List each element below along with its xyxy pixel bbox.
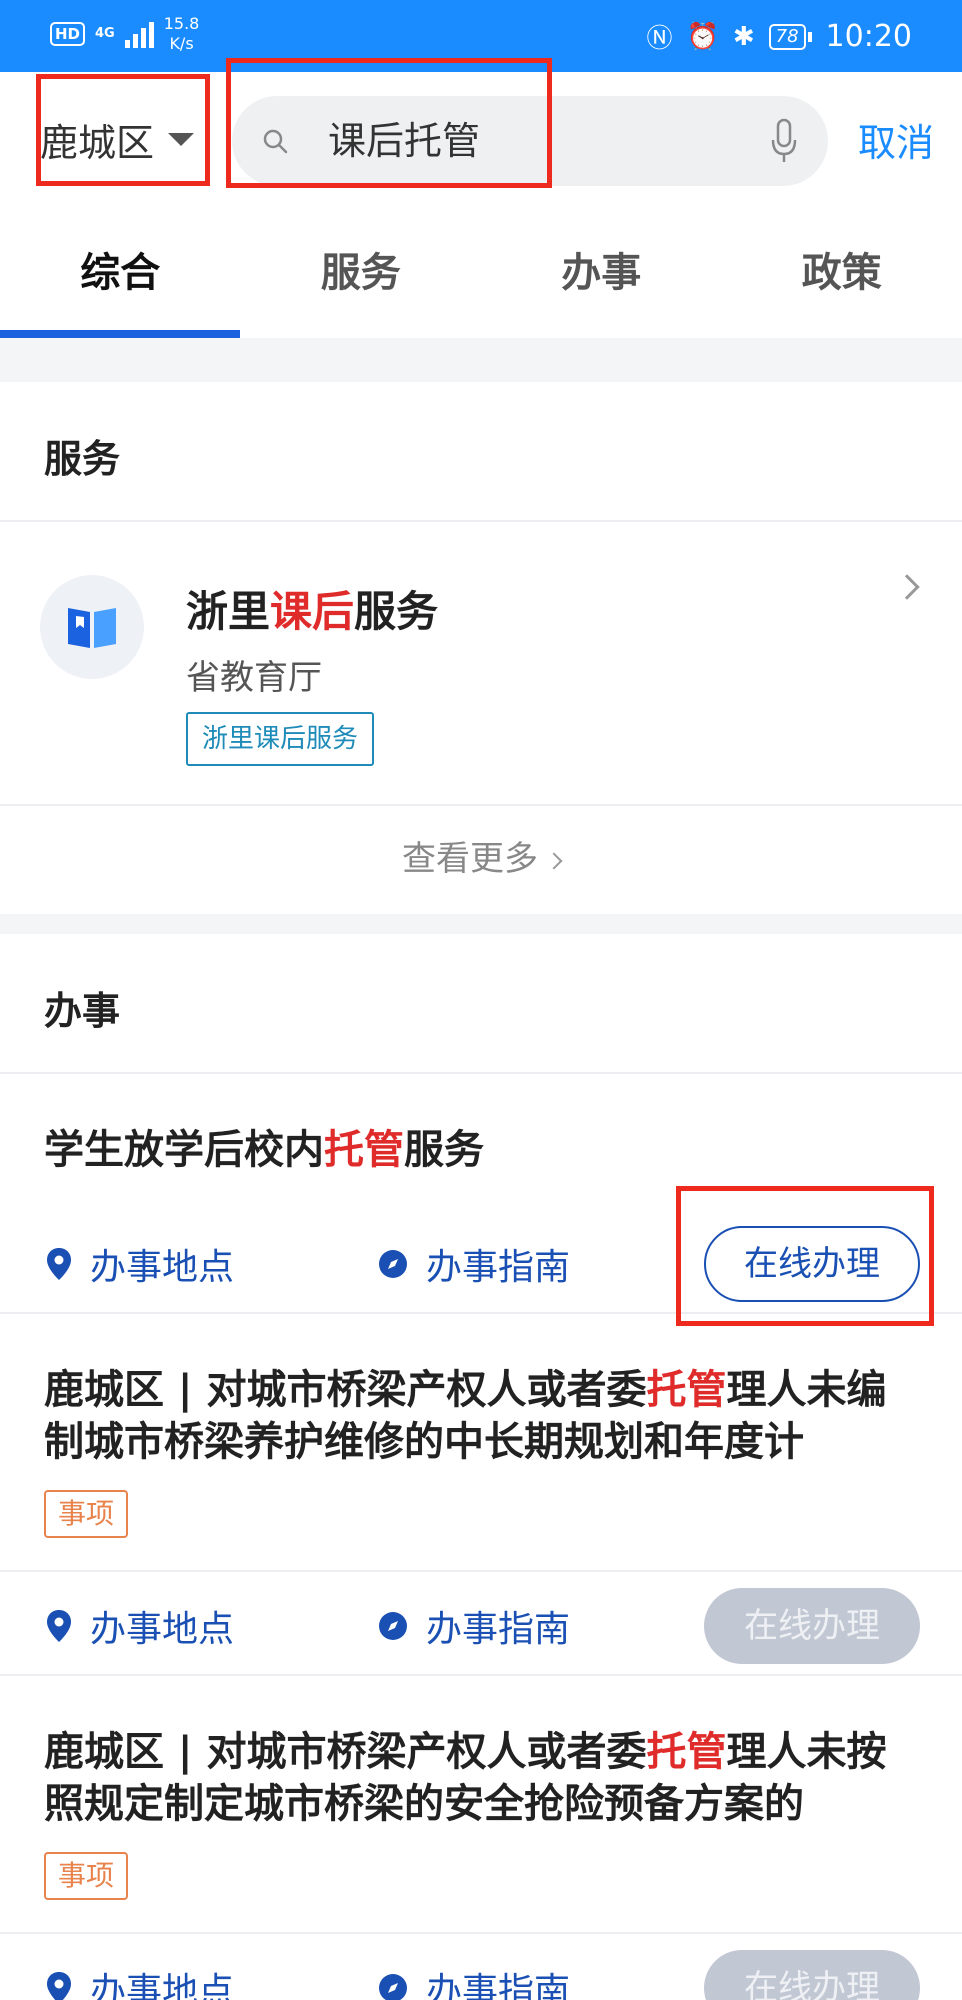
guide-label: 办事指南 (426, 1247, 571, 1288)
service-name-highlight: 课后 (270, 587, 355, 636)
location-pin-icon (47, 1248, 71, 1280)
region-selector[interactable]: 鹿城区 (40, 112, 195, 167)
location-label: 办事地点 (90, 1609, 235, 1650)
divider (0, 1932, 962, 1934)
compass-icon (379, 1250, 407, 1278)
location-label: 办事地点 (90, 1247, 235, 1288)
tab-affairs[interactable]: 办事 (481, 208, 722, 338)
location-link[interactable]: 办事地点 (46, 1588, 234, 1664)
divider (0, 1674, 962, 1676)
affair-actions: 办事地点 办事指南 在线办理 (40, 1226, 920, 1302)
affair-title-suffix: 服务 (404, 1127, 484, 1173)
location-link[interactable]: 办事地点 (46, 1950, 234, 2000)
chevron-right-icon (545, 852, 563, 869)
affairs-section-title: 办事 (44, 989, 121, 1033)
location-pin-icon (47, 1972, 71, 2000)
guide-link[interactable]: 办事指南 (378, 1950, 570, 2000)
online-apply-button[interactable]: 在线办理 (704, 1226, 920, 1302)
bluetooth-icon: ✱ (732, 21, 755, 52)
battery-icon: 78 (768, 23, 812, 50)
affair-tag: 事项 (44, 1490, 128, 1538)
signal-icon (124, 20, 154, 48)
location-label: 办事地点 (90, 1971, 235, 2000)
speed-unit: K/s (169, 34, 194, 53)
guide-link[interactable]: 办事指南 (378, 1588, 570, 1664)
tab-services[interactable]: 服务 (241, 208, 482, 338)
service-department: 省教育厅 (186, 658, 322, 698)
service-tag: 浙里课后服务 (186, 712, 375, 766)
hd-badge: HD (50, 22, 86, 46)
service-logo (40, 575, 144, 679)
affair-actions: 办事地点 办事指南 在线办理 (40, 1588, 920, 1664)
services-section-title: 服务 (44, 437, 121, 481)
service-name-suffix: 服务 (354, 587, 439, 636)
service-name: 浙里课后服务 (186, 578, 438, 639)
affair-title[interactable]: 学生放学后校内托管服务 (44, 1124, 924, 1176)
affair-title-highlight: 托管 (646, 1367, 727, 1413)
affair-title-prefix: 鹿城区 | 对城市桥梁产权人或者委 (44, 1367, 647, 1413)
service-name-prefix: 浙里 (186, 587, 271, 636)
affair-title[interactable]: 鹿城区 | 对城市桥梁产权人或者委托管理人未编制城市桥梁养护维修的中长期规划和年… (44, 1364, 924, 1468)
guide-link[interactable]: 办事指南 (378, 1226, 570, 1302)
tab-general[interactable]: 综合 (0, 208, 241, 338)
guide-label: 办事指南 (426, 1971, 571, 2000)
book-icon (68, 608, 116, 648)
cancel-button[interactable]: 取消 (858, 112, 934, 167)
divider (0, 1072, 962, 1074)
guide-label: 办事指南 (426, 1609, 571, 1650)
network-speed: 15.8 K/s (164, 14, 200, 54)
compass-icon (379, 1974, 407, 2000)
nfc-icon: Ⓝ (646, 24, 673, 54)
tab-policy[interactable]: 政策 (722, 208, 962, 338)
caret-down-icon (168, 133, 195, 146)
search-icon (263, 129, 288, 154)
affair-title-highlight: 托管 (324, 1127, 404, 1173)
tab-bar: 综合 服务 办事 政策 (0, 208, 962, 338)
status-bar: HD 4G 15.8 K/s Ⓝ ⏰ ✱ 78 10:20 (0, 0, 962, 72)
online-apply-button: 在线办理 (704, 1588, 920, 1664)
speed-value: 15.8 (163, 14, 200, 33)
status-right: Ⓝ ⏰ ✱ 78 10:20 (646, 18, 912, 55)
location-pin-icon (47, 1610, 71, 1642)
view-more-button[interactable]: 查看更多 (0, 804, 962, 914)
online-apply-button: 在线办理 (704, 1950, 920, 2000)
battery-level: 78 (768, 23, 806, 50)
status-left: HD 4G 15.8 K/s (50, 14, 199, 54)
search-header: 鹿城区 课后托管 取消 (0, 72, 962, 208)
divider (0, 1312, 962, 1314)
compass-icon (379, 1612, 407, 1640)
alarm-icon: ⏰ (686, 21, 719, 52)
location-link[interactable]: 办事地点 (46, 1226, 234, 1302)
affair-title[interactable]: 鹿城区 | 对城市桥梁产权人或者委托管理人未按照规定制定城市桥梁的安全抢险预备方… (44, 1726, 924, 1830)
search-input[interactable]: 课后托管 (232, 96, 828, 186)
clock: 10:20 (825, 19, 912, 54)
search-query: 课后托管 (328, 119, 481, 163)
affair-actions: 办事地点 办事指南 在线办理 (40, 1950, 920, 2000)
affair-title-prefix: 学生放学后校内 (44, 1127, 324, 1173)
microphone-icon[interactable] (770, 118, 798, 164)
region-label: 鹿城区 (40, 121, 155, 165)
network-type: 4G (95, 26, 115, 41)
divider (0, 520, 962, 522)
affair-title-highlight: 托管 (646, 1729, 727, 1775)
view-more-label: 查看更多 (402, 839, 538, 879)
affair-tag: 事项 (44, 1852, 128, 1900)
divider (0, 1570, 962, 1572)
affair-title-prefix: 鹿城区 | 对城市桥梁产权人或者委 (44, 1729, 647, 1775)
